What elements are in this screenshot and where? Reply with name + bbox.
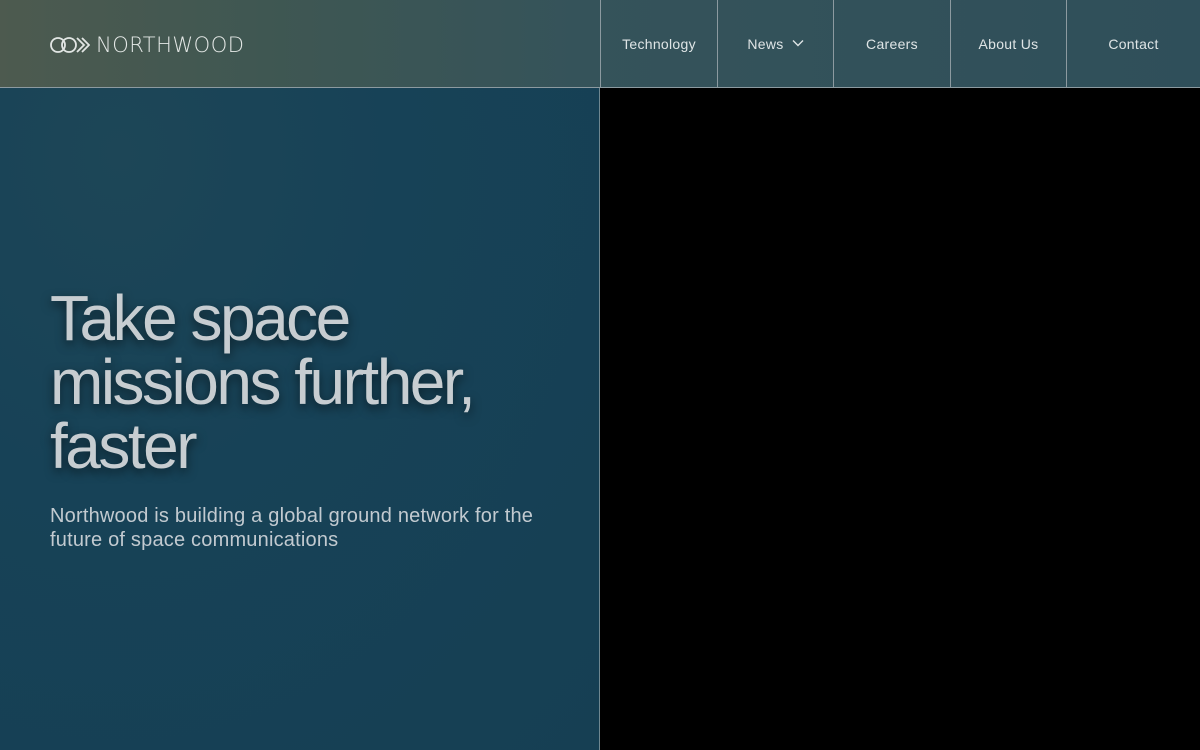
site-header: NORTHWOOD Technology News Careers About …	[0, 0, 1200, 88]
nav-item-label: Careers	[866, 35, 918, 52]
brand-wordmark: NORTHWOOD	[96, 32, 245, 57]
nav-item-label: News	[747, 35, 784, 52]
nav-item-contact[interactable]: Contact	[1066, 0, 1200, 87]
nav-item-label: Technology	[622, 35, 696, 52]
nav-item-label: Contact	[1108, 35, 1159, 52]
nav-item-about-us[interactable]: About Us	[950, 0, 1066, 87]
hero-subtitle: Northwood is building a global ground ne…	[50, 505, 534, 551]
hero-media-panel	[600, 88, 1200, 750]
northwood-logo[interactable]: NORTHWOOD	[50, 33, 244, 57]
nav-item-careers[interactable]: Careers	[833, 0, 950, 87]
chevron-down-icon	[792, 39, 804, 46]
page: NORTHWOOD Technology News Careers About …	[0, 0, 1200, 750]
hero-title: Take space missions further, faster	[50, 286, 550, 478]
nav-item-technology[interactable]: Technology	[600, 0, 717, 87]
nav-item-news[interactable]: News	[717, 0, 833, 87]
hero-title-line: faster	[50, 410, 198, 482]
nav-item-label: About Us	[978, 35, 1039, 52]
main-nav: Technology News Careers About Us Contact	[600, 0, 1200, 88]
hero-title-line: Take space	[50, 282, 351, 354]
northwood-rings-icon	[50, 37, 90, 53]
hero-title-line: missions further,	[50, 346, 476, 418]
hero-panel: Take space missions further, faster Nort…	[0, 88, 600, 750]
